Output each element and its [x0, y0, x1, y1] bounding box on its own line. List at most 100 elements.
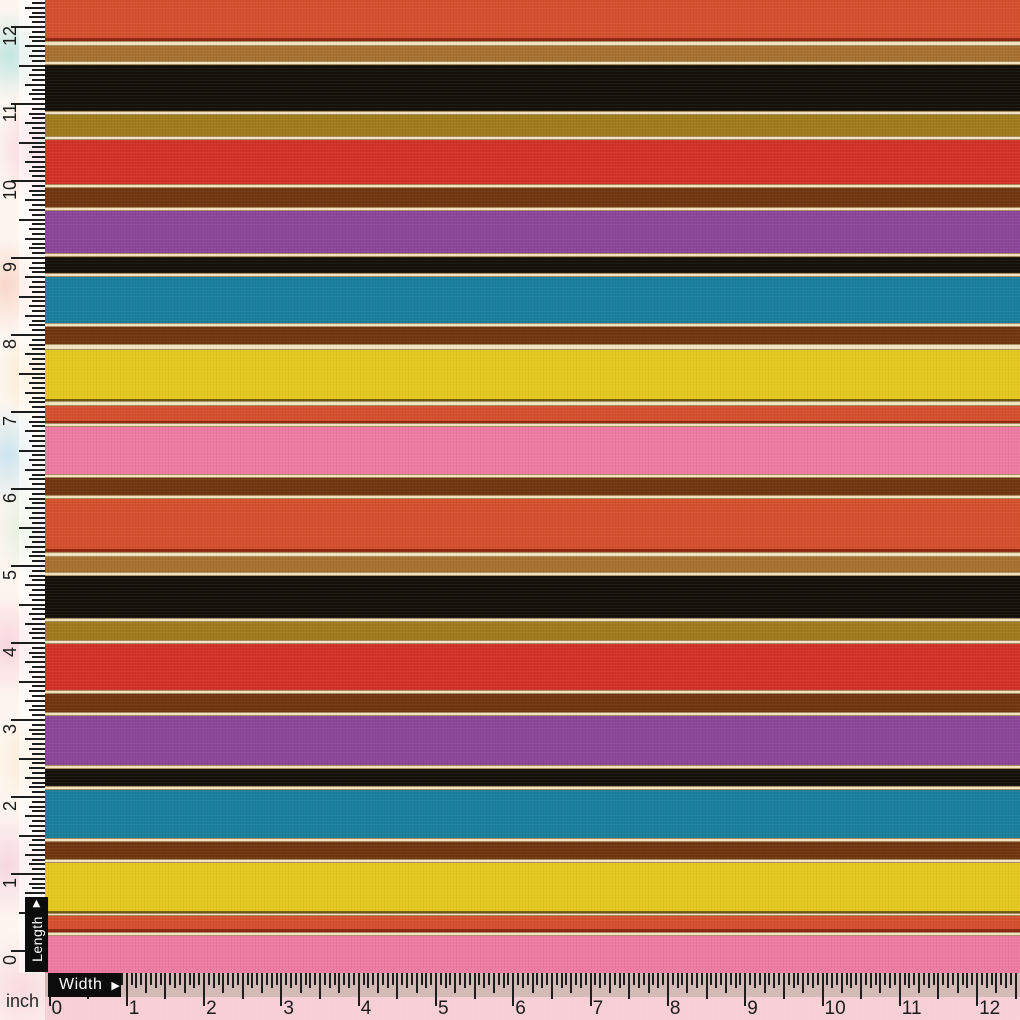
left-ruler-number: 11: [0, 103, 20, 123]
bottom-ruler-tick: [724, 973, 727, 993]
fabric-stripe-yellow: [45, 863, 1020, 911]
left-ruler-tick: [29, 574, 45, 577]
bottom-ruler-tick: [1005, 973, 1008, 988]
bottom-ruler-tick: [507, 973, 510, 985]
bottom-ruler-tick: [362, 973, 365, 985]
left-ruler-tick: [32, 204, 45, 207]
left-ruler-tick: [19, 757, 45, 760]
left-ruler-number: 3: [0, 724, 20, 735]
inch-unit-label: inch: [6, 991, 40, 1011]
bottom-ruler-tick: [681, 973, 684, 985]
bottom-ruler-tick: [381, 973, 384, 985]
left-ruler-tick: [32, 184, 45, 187]
fabric-stripe-brown: [45, 327, 1020, 344]
bottom-ruler-tick: [140, 973, 143, 985]
left-ruler-tick: [29, 805, 45, 808]
fabric-stripe-black: [45, 65, 1020, 111]
bottom-ruler-tick: [159, 973, 162, 985]
bottom-ruler-tick: [468, 973, 471, 985]
bottom-ruler-tick: [135, 973, 138, 988]
left-ruler-tick: [32, 213, 45, 216]
left-ruler-tick: [29, 343, 45, 346]
bottom-ruler-tick: [633, 973, 636, 985]
bottom-ruler-tick: [275, 973, 278, 985]
left-ruler-tick: [25, 45, 45, 48]
bottom-ruler-tick: [744, 973, 747, 1006]
bottom-ruler-tick: [584, 973, 587, 985]
bottom-ruler-tick: [372, 973, 375, 985]
left-ruler-tick: [32, 569, 45, 572]
bottom-ruler-tick: [889, 973, 892, 988]
bottom-ruler-tick: [951, 973, 954, 985]
left-ruler-tick: [32, 223, 45, 226]
bottom-ruler-tick: [980, 973, 983, 985]
bottom-ruler-tick: [488, 973, 491, 985]
left-ruler-tick: [29, 35, 45, 38]
left-ruler-tick: [32, 473, 45, 476]
left-ruler-tick: [32, 646, 45, 649]
left-ruler-tick: [32, 560, 45, 563]
left-ruler-tick: [19, 603, 45, 606]
left-ruler-tick: [32, 21, 45, 24]
bottom-ruler-tick: [579, 973, 582, 988]
left-ruler-tick: [32, 386, 45, 389]
left-ruler-number: 0: [0, 955, 20, 966]
left-ruler-tick: [25, 6, 45, 9]
left-ruler-tick: [32, 136, 45, 139]
bottom-ruler-tick: [207, 973, 210, 985]
left-ruler-tick: [29, 786, 45, 789]
left-ruler-tick: [32, 781, 45, 784]
bottom-ruler-tick: [802, 973, 805, 993]
bottom-ruler-tick: [536, 973, 539, 985]
bottom-ruler-tick: [512, 973, 515, 1006]
left-ruler-tick: [25, 468, 45, 471]
left-ruler-tick: [29, 401, 45, 404]
left-ruler-tick: [25, 584, 45, 587]
bottom-ruler-tick: [401, 973, 404, 985]
bottom-ruler-tick: [879, 973, 882, 993]
left-ruler-tick: [32, 656, 45, 659]
bottom-ruler-tick: [575, 973, 578, 985]
bottom-ruler-tick: [753, 973, 756, 988]
left-ruler-tick: [32, 627, 45, 630]
left-ruler-tick: [29, 93, 45, 96]
bottom-ruler-tick: [294, 973, 297, 985]
bottom-ruler-tick: [662, 973, 665, 985]
bottom-ruler-tick: [125, 973, 128, 1006]
bottom-ruler-tick: [874, 973, 877, 985]
bottom-ruler-tick: [246, 973, 249, 985]
left-ruler-tick: [32, 752, 45, 755]
left-ruler-tick: [29, 228, 45, 231]
left-ruler-tick: [32, 492, 45, 495]
bottom-ruler-tick: [149, 973, 152, 985]
left-ruler-tick: [32, 78, 45, 81]
left-ruler-tick: [29, 690, 45, 693]
bottom-ruler-tick: [130, 973, 133, 985]
bottom-ruler-tick: [120, 973, 123, 985]
left-ruler-tick: [25, 699, 45, 702]
bottom-ruler-tick: [299, 973, 302, 993]
bottom-ruler-tick: [454, 973, 457, 993]
left-ruler-tick: [32, 617, 45, 620]
fabric-stripe-brown: [45, 478, 1020, 495]
left-ruler-tick: [25, 776, 45, 779]
left-ruler-tick: [32, 714, 45, 717]
left-ruler-tick: [29, 112, 45, 115]
left-ruler-number: 6: [0, 493, 20, 504]
bottom-ruler-tick: [918, 973, 921, 993]
left-ruler-tick: [32, 175, 45, 178]
bottom-ruler-tick: [884, 973, 887, 985]
left-ruler-tick: [19, 141, 45, 144]
left-ruler-tick: [32, 358, 45, 361]
bottom-ruler-number: 3: [283, 998, 294, 1019]
left-ruler-tick: [29, 882, 45, 885]
left-ruler-tick: [25, 430, 45, 433]
bottom-ruler-tick: [623, 973, 626, 985]
bottom-ruler-number: 7: [592, 998, 604, 1019]
left-ruler-tick: [32, 463, 45, 466]
bottom-ruler-tick: [729, 973, 732, 985]
left-ruler-tick: [25, 738, 45, 741]
left-ruler-tick: [32, 117, 45, 120]
left-ruler-tick: [32, 444, 45, 447]
bottom-ruler-tick: [864, 973, 867, 985]
